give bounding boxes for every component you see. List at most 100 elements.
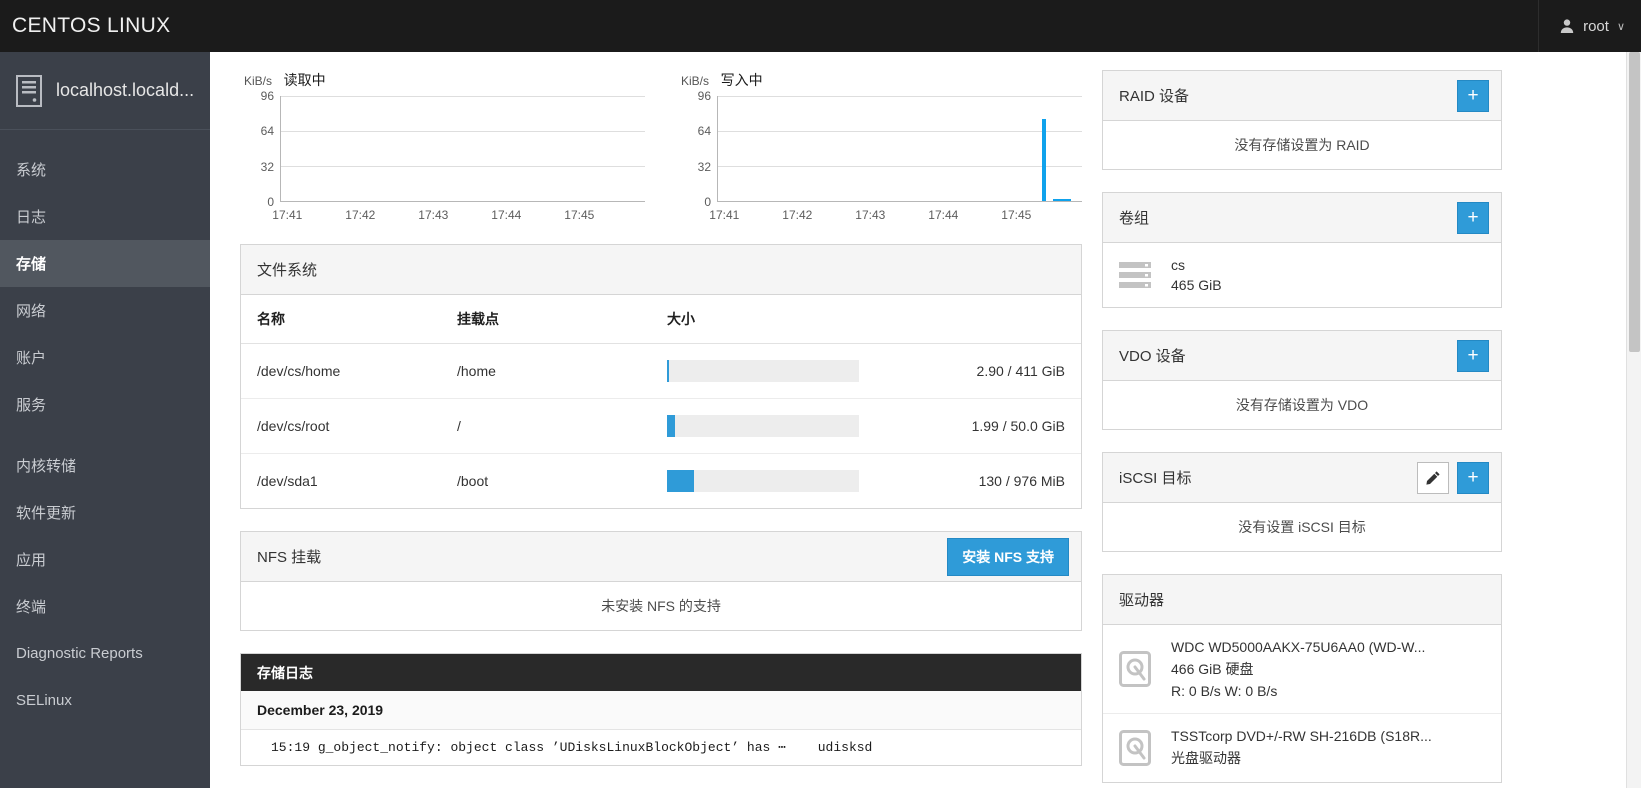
sidebar-item-selinux[interactable]: SELinux xyxy=(0,677,210,724)
writing-chart: KiB/s 写入中 96 64 32 0 17:41 17:42 17:43 1… xyxy=(677,70,1082,226)
reading-x-axis: 17:41 17:42 17:43 17:44 17:45 xyxy=(272,208,645,224)
log-entry-message: g_object_notify: object class ’UDisksLin… xyxy=(317,740,786,755)
reading-ytick-96: 96 xyxy=(260,89,274,103)
writing-xtick-1: 17:42 xyxy=(782,208,813,222)
column-header-mount: 挂载点 xyxy=(441,295,651,344)
fs-mount: /home xyxy=(441,343,651,399)
pencil-icon xyxy=(1426,470,1440,485)
sidebar-item-system[interactable]: 系统 xyxy=(0,146,210,193)
table-row[interactable]: /dev/cs/root / 1.99 / 50.0 GiB xyxy=(241,398,1081,454)
fs-usage-text: 2.90 / 411 GiB xyxy=(911,343,1081,399)
vdo-panel-header: VDO 设备 + xyxy=(1103,331,1501,381)
vdo-empty-message: 没有存储设置为 VDO xyxy=(1235,397,1369,413)
user-menu[interactable]: root ∨ xyxy=(1538,0,1641,52)
table-row[interactable]: /dev/sda1 /boot 130 / 976 MiB xyxy=(241,454,1081,509)
iscsi-panel-title: iSCSI 目标 xyxy=(1119,470,1192,487)
sidebar-item-diagnostic-reports[interactable]: Diagnostic Reports xyxy=(0,630,210,677)
fs-name: /dev/sda1 xyxy=(257,473,318,489)
filesystems-panel-title: 文件系统 xyxy=(257,262,318,279)
page-scrollbar[interactable] xyxy=(1626,52,1641,788)
log-entry-service: udisksd xyxy=(817,740,873,755)
left-column: KiB/s 读取中 96 64 32 0 17:41 17:42 17:43 1… xyxy=(240,70,1082,788)
host-selector[interactable]: localhost.locald... xyxy=(0,52,210,130)
drive-info: TSSTcorp DVD+/-RW SH-216DB (S18R... 光盘驱动… xyxy=(1171,728,1432,768)
drive-name: WDC WD5000AAKX-75U6AA0 (WD-W... xyxy=(1171,639,1426,655)
writing-ytick-32: 32 xyxy=(697,159,711,174)
vdo-panel-title: VDO 设备 xyxy=(1119,348,1186,365)
log-entry[interactable]: 15:19 g_object_notify: object class ’UDi… xyxy=(241,730,1081,765)
sidebar-item-logs[interactable]: 日志 xyxy=(0,193,210,240)
usage-bar-fill xyxy=(667,415,675,437)
writing-chart-title: 写入中 xyxy=(720,72,763,88)
drive-info: WDC WD5000AAKX-75U6AA0 (WD-W... 466 GiB … xyxy=(1171,639,1425,699)
top-bar: CENTOS LINUX root ∨ xyxy=(0,0,1641,52)
writing-chart-unit: KiB/s xyxy=(681,74,710,88)
reading-ytick-64: 64 xyxy=(260,124,274,139)
list-item[interactable]: cs 465 GiB xyxy=(1103,243,1501,307)
writing-plot: 96 64 32 0 17:41 17:42 17:43 17:44 17:45 xyxy=(677,89,1082,226)
raid-empty-message: 没有存储设置为 RAID xyxy=(1234,137,1370,153)
raid-panel-header: RAID 设备 + xyxy=(1103,71,1501,121)
reading-ytick-32: 32 xyxy=(260,159,274,174)
column-header-size: 大小 xyxy=(651,295,911,344)
column-header-usage xyxy=(911,295,1081,344)
server-icon xyxy=(16,74,42,107)
add-volume-group-button[interactable]: + xyxy=(1457,201,1489,234)
writing-ytick-0: 0 xyxy=(704,195,711,209)
nfs-panel-title: NFS 挂载 xyxy=(257,549,322,566)
sidebar-item-applications[interactable]: 应用 xyxy=(0,536,210,583)
usage-bar xyxy=(667,470,859,492)
main-content: KiB/s 读取中 96 64 32 0 17:41 17:42 17:43 1… xyxy=(210,52,1641,788)
usage-bar-fill xyxy=(667,360,669,382)
add-iscsi-button[interactable]: + xyxy=(1457,461,1489,494)
edit-iscsi-button[interactable] xyxy=(1417,461,1449,494)
volume-group-icon xyxy=(1119,262,1151,288)
list-item[interactable]: WDC WD5000AAKX-75U6AA0 (WD-W... 466 GiB … xyxy=(1103,625,1501,714)
sidebar-item-terminal[interactable]: 终端 xyxy=(0,583,210,630)
nfs-panel: NFS 挂载 安装 NFS 支持 未安装 NFS 的支持 xyxy=(240,531,1082,631)
drives-panel-title: 驱动器 xyxy=(1119,592,1165,609)
volume-group-size: 465 GiB xyxy=(1171,277,1222,293)
usage-bar-fill xyxy=(667,470,694,492)
gridline xyxy=(281,165,645,167)
reading-plot: 96 64 32 0 17:41 17:42 17:43 17:44 17:45 xyxy=(240,89,645,226)
write-spike-tail xyxy=(1052,199,1072,201)
table-row[interactable]: /dev/cs/home /home 2.90 / 411 GiB xyxy=(241,343,1081,399)
hostname-label: localhost.locald... xyxy=(56,80,195,100)
usage-bar xyxy=(667,360,859,382)
sidebar-item-services[interactable]: 服务 xyxy=(0,381,210,428)
storage-log-panel: 存储日志 December 23, 2019 15:19 g_object_no… xyxy=(240,653,1082,766)
filesystems-panel-header: 文件系统 xyxy=(241,245,1081,295)
filesystems-table: 名称 挂载点 大小 /dev/cs/home /home 2.90 / 411 … xyxy=(241,295,1081,508)
fs-usage-text: 1.99 / 50.0 GiB xyxy=(911,398,1081,454)
filesystems-panel: 文件系统 名称 挂载点 大小 /dev/cs/home /home 2.90 /… xyxy=(240,244,1082,509)
reading-chart-title: 读取中 xyxy=(283,72,326,88)
storage-log-panel-header: 存储日志 xyxy=(241,654,1081,691)
add-raid-button[interactable]: + xyxy=(1457,79,1489,112)
gridline xyxy=(281,96,645,97)
iscsi-panel-header: iSCSI 目标 + xyxy=(1103,453,1501,503)
volume-group-info: cs 465 GiB xyxy=(1171,257,1222,293)
vdo-panel: VDO 设备 + 没有存储设置为 VDO xyxy=(1102,330,1502,430)
writing-xtick-2: 17:43 xyxy=(855,208,886,222)
reading-xtick-2: 17:43 xyxy=(418,208,449,222)
writing-ytick-96: 96 xyxy=(697,89,711,103)
reading-chart: KiB/s 读取中 96 64 32 0 17:41 17:42 17:43 1… xyxy=(240,70,645,226)
list-item[interactable]: TSSTcorp DVD+/-RW SH-216DB (S18R... 光盘驱动… xyxy=(1103,714,1501,782)
fs-usage-bar-cell xyxy=(651,454,911,509)
install-nfs-support-button[interactable]: 安装 NFS 支持 xyxy=(947,537,1069,576)
add-vdo-button[interactable]: + xyxy=(1457,339,1489,372)
sidebar-item-networking[interactable]: 网络 xyxy=(0,287,210,334)
sidebar-item-storage[interactable]: 存储 xyxy=(0,240,210,287)
drive-size: 光盘驱动器 xyxy=(1171,750,1241,766)
usage-bar xyxy=(667,415,859,437)
scrollbar-thumb[interactable] xyxy=(1629,52,1640,352)
sidebar-item-software-updates[interactable]: 软件更新 xyxy=(0,489,210,536)
sidebar-item-accounts[interactable]: 账户 xyxy=(0,334,210,381)
reading-y-axis: 96 64 32 0 xyxy=(240,89,274,209)
iscsi-empty-message: 没有设置 iSCSI 目标 xyxy=(1238,519,1366,535)
table-header-row: 名称 挂载点 大小 xyxy=(241,295,1081,344)
sidebar: localhost.locald... 系统 日志 存储 网络 账户 服务 内核… xyxy=(0,52,210,788)
sidebar-item-kernel-dump[interactable]: 内核转储 xyxy=(0,442,210,489)
drives-panel-header: 驱动器 xyxy=(1103,575,1501,625)
